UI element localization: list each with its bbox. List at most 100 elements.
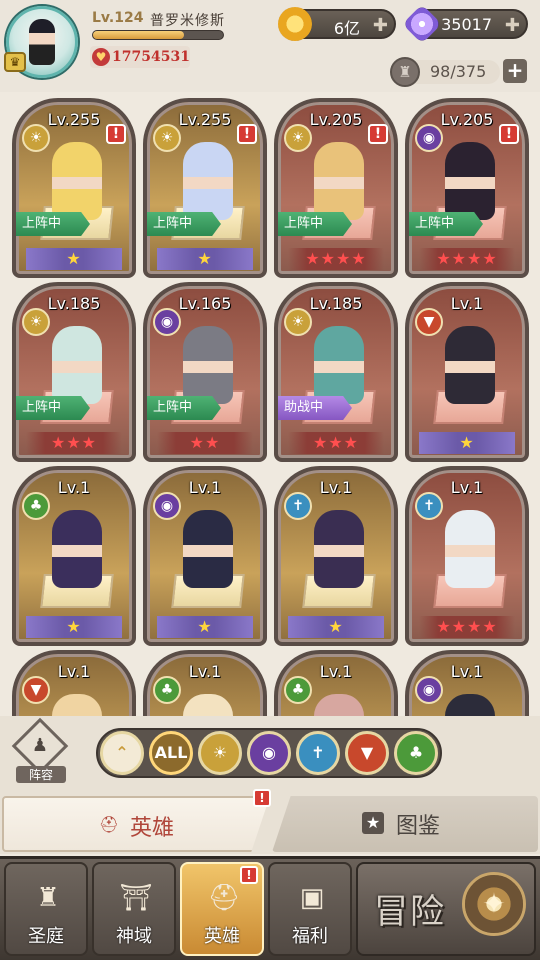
player-name: 普罗米修斯: [150, 13, 225, 29]
alert-icon: !: [368, 124, 388, 144]
hero-card[interactable]: Lv.205 ◉! 上阵中 ★★★★: [405, 98, 529, 278]
filter-fire-button[interactable]: ▼: [345, 731, 389, 775]
dark-faction-icon: ◉: [153, 308, 181, 336]
exp-fill: [93, 31, 184, 39]
hero-card[interactable]: Lv.1 ◉ ★: [143, 466, 267, 646]
hero-stars: ★★★: [26, 432, 122, 454]
hero-status-tag: 上阵中: [16, 212, 90, 236]
expand-capacity-button[interactable]: +: [503, 59, 527, 83]
hero-card[interactable]: Lv.1 ✝ ★★★★: [405, 466, 529, 646]
hero-status-tag: 上阵中: [409, 212, 483, 236]
formation-label: 阵容: [16, 766, 66, 783]
hero-card[interactable]: Lv.185 ☀ 助战中 ★★★: [274, 282, 398, 462]
hero-sprite: [314, 142, 364, 220]
hero-stars: ★: [26, 616, 122, 638]
hero-sprite: [52, 510, 102, 588]
formation-button[interactable]: ♟ 阵容: [11, 717, 69, 784]
hero-sprite: [183, 510, 233, 588]
hero-stars: ★★★★: [419, 616, 515, 638]
filter-nature-button[interactable]: ♣: [394, 731, 438, 775]
hero-stars: ★★★★: [288, 248, 384, 270]
hero-stars: ★: [157, 248, 253, 270]
hero-status-tag: 上阵中: [278, 212, 352, 236]
gem-value: 35017: [441, 15, 492, 34]
hero-count: 98/375: [430, 62, 487, 81]
compass-icon[interactable]: ✦: [462, 872, 526, 936]
hero-card[interactable]: Lv.1 ♣: [143, 650, 267, 716]
crown-icon: ♛: [4, 52, 26, 72]
nature-faction-icon: ♣: [153, 676, 181, 704]
hero-stars: ★: [157, 616, 253, 638]
hero-sprite: [314, 510, 364, 588]
hero-status-tag: 助战中: [278, 396, 352, 420]
hero-card[interactable]: Lv.185 ☀ 上阵中 ★★★: [12, 282, 136, 462]
hero-stars: ★: [26, 248, 122, 270]
hero-sprite: [183, 142, 233, 220]
add-gem-icon[interactable]: ✚: [505, 15, 520, 36]
hero-card[interactable]: Lv.1 ◉: [405, 650, 529, 716]
hero-card[interactable]: Lv.165 ◉ 上阵中 ★★: [143, 282, 267, 462]
hero-sprite: [52, 326, 102, 404]
hero-sprite: [183, 694, 233, 716]
nav-hero-label: 英雄: [204, 926, 240, 947]
castle-icon: ♜: [36, 883, 60, 913]
hero-card[interactable]: Lv.1 ▼ ★: [405, 282, 529, 462]
dark-faction-icon: ◉: [415, 124, 443, 152]
filter-arrow-button[interactable]: ⌃: [100, 731, 144, 775]
helmet-icon: ⛑: [98, 815, 120, 834]
filter-water-button[interactable]: ✝: [296, 731, 340, 775]
alert-icon: !: [499, 124, 519, 144]
tab-hero-alert-icon: !: [253, 789, 271, 807]
hero-card[interactable]: Lv.1 ✝ ★: [274, 466, 398, 646]
hero-grid[interactable]: Lv.255 ☀! 上阵中 ★ Lv.255 ☀! 上阵中 ★ Lv.205 ☀! 上阵中 ★★★★ L…: [0, 96, 540, 716]
tab-hero-label: 英雄: [130, 816, 175, 841]
hero-stars: ★★: [157, 432, 253, 454]
nature-faction-icon: ♣: [284, 676, 312, 704]
hero-status-tag: 上阵中: [16, 396, 90, 420]
hero-stars: ★: [419, 432, 515, 454]
hero-sprite: [52, 142, 102, 220]
hero-card[interactable]: Lv.1 ♣ ★: [12, 466, 136, 646]
fire-faction-icon: ▼: [415, 308, 443, 336]
nav-domain[interactable]: ⛩ 神域: [92, 862, 176, 956]
nature-faction-icon: ♣: [22, 492, 50, 520]
gem-resource[interactable]: 35017 ✚: [402, 4, 528, 44]
dark-faction-icon: ◉: [415, 676, 443, 704]
nav-welfare[interactable]: ▣ 福利: [268, 862, 352, 956]
filter-all-button[interactable]: ALL: [149, 731, 193, 775]
filter-light-button[interactable]: ☀: [198, 731, 242, 775]
tab-guide[interactable]: ★ 图鉴: [272, 796, 538, 852]
gold-resource[interactable]: 6亿 ✚: [278, 7, 396, 41]
hero-stars: ★★★: [288, 432, 384, 454]
hero-sprite: [445, 142, 495, 220]
hero-card[interactable]: Lv.255 ☀! 上阵中 ★: [12, 98, 136, 278]
hero-stars: ★★★★: [419, 248, 515, 270]
hero-sprite: [314, 694, 364, 716]
filter-dark-button[interactable]: ◉: [247, 731, 291, 775]
hero-card[interactable]: Lv.1 ▼: [12, 650, 136, 716]
star-book-icon: ★: [362, 812, 384, 834]
hero-status-tag: 上阵中: [147, 396, 221, 420]
alert-icon: !: [106, 124, 126, 144]
treasure-chest-icon: ▣: [299, 883, 325, 913]
shrine-icon: ⛩: [119, 883, 153, 913]
nav-hero-alert-icon: !: [240, 866, 258, 884]
tab-hero[interactable]: ⛑ 英雄: [2, 796, 270, 852]
power-icon: ♥: [92, 48, 110, 66]
hero-stars: ★: [288, 616, 384, 638]
light-faction-icon: ☀: [22, 124, 50, 152]
avatar-portrait: [29, 19, 55, 65]
gold-coin-icon: [278, 7, 312, 41]
fire-faction-icon: ▼: [22, 676, 50, 704]
hero-card[interactable]: Lv.255 ☀! 上阵中 ★: [143, 98, 267, 278]
player-level: Lv.124: [92, 10, 144, 26]
hero-card[interactable]: Lv.205 ☀! 上阵中 ★★★★: [274, 98, 398, 278]
alert-icon: !: [237, 124, 257, 144]
hero-card[interactable]: Lv.1 ♣: [274, 650, 398, 716]
nav-court[interactable]: ♜ 圣庭: [4, 862, 88, 956]
add-gold-icon[interactable]: ✚: [373, 15, 388, 36]
exp-bar: [92, 30, 224, 40]
nav-domain-label: 神域: [116, 926, 152, 947]
water-faction-icon: ✝: [284, 492, 312, 520]
hero-sprite: [183, 326, 233, 404]
